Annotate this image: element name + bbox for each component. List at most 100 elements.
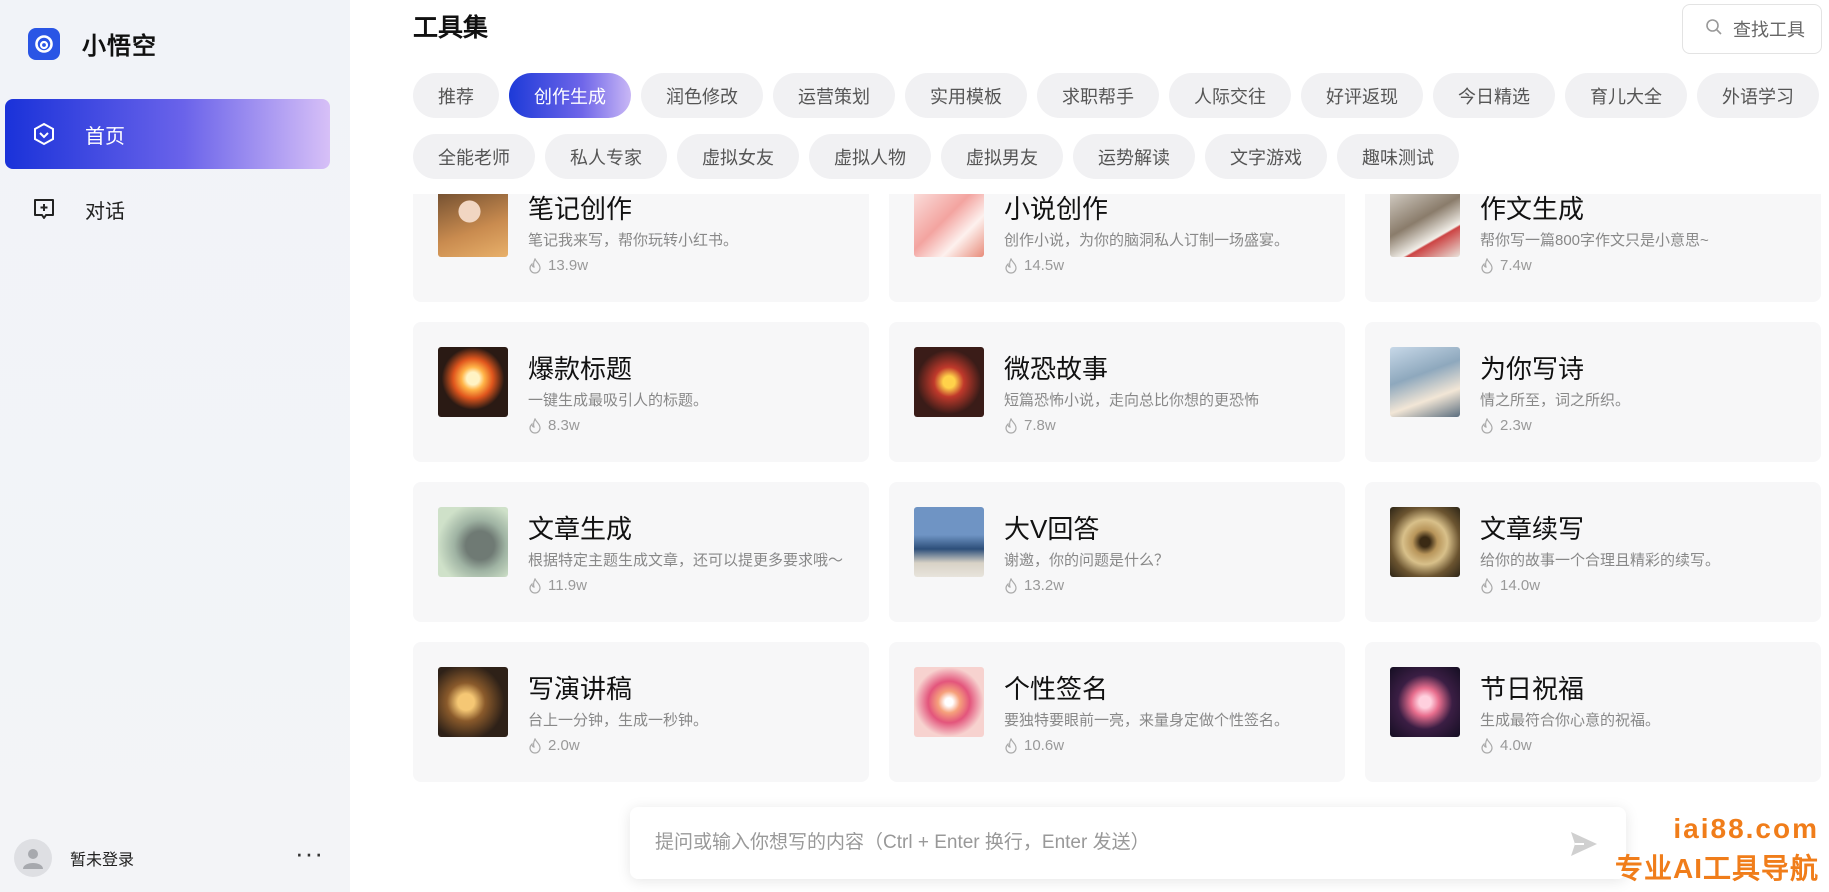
category-chip[interactable]: 虚拟女友 [677, 134, 799, 179]
category-chip[interactable]: 创作生成 [509, 73, 631, 118]
tool-card[interactable]: 节日祝福生成最符合你心意的祝福。 4.0w [1365, 642, 1821, 782]
tool-thumbnail [438, 667, 508, 737]
tool-thumbnail [438, 194, 508, 257]
tool-title: 文章生成 [528, 514, 633, 544]
category-chip[interactable]: 运营策划 [773, 73, 895, 118]
category-chip[interactable]: 虚拟人物 [809, 134, 931, 179]
tool-card[interactable]: 微恐故事 短篇恐怖小说，走向总比你想的更恐怖 7.8w [889, 322, 1345, 462]
ask-bar [630, 807, 1626, 879]
usage-count: 13.9w [548, 257, 589, 274]
tool-description: 笔记我来写，帮你玩转小红书。 [528, 232, 739, 249]
category-chip[interactable]: 润色修改 [641, 73, 763, 118]
category-chip[interactable]: 趣味测试 [1337, 134, 1459, 179]
usage-count: 2.0w [548, 737, 580, 754]
tool-card[interactable]: 文章生成根据特定主题生成文章，还可以提更多要求哦～ 11.9w [413, 482, 869, 622]
usage-count: 7.8w [1024, 417, 1056, 434]
user-bar: 暂未登录 ··· [14, 838, 324, 878]
tool-usage: 13.9w [528, 257, 588, 274]
tool-usage: 11.9w [528, 577, 587, 594]
tool-grid-viewport: 笔记创作笔记我来写，帮你玩转小红书。 13.9w 小说创作 创作小说，为你的脑洞私人订… [413, 194, 1829, 786]
tool-title: 爆款标题 [528, 354, 633, 384]
nav-item-home[interactable]: 首页 [5, 99, 330, 169]
usage-count: 13.2w [1024, 577, 1065, 594]
tool-usage: 10.6w [1004, 737, 1064, 754]
tool-usage: 13.2w [1004, 577, 1064, 594]
search-tools-button[interactable]: 查找工具 [1682, 4, 1822, 54]
usage-count: 4.0w [1500, 737, 1532, 754]
brand[interactable]: 小悟空 [28, 26, 157, 61]
tool-description: 帮你写一篇800字作文只是小意思~ [1480, 232, 1709, 249]
tool-thumbnail [1390, 194, 1460, 257]
flame-icon [529, 737, 541, 754]
category-chip[interactable]: 人际交往 [1169, 73, 1291, 118]
category-tabs: 推荐 创作生成 润色修改 运营策划 实用模板 求职帮手 人际交往 好评返现 今日精选 育儿大全 外语… [413, 73, 1829, 195]
tool-title: 节日祝福 [1480, 674, 1585, 704]
send-icon[interactable] [1570, 831, 1598, 862]
tool-thumbnail [914, 507, 984, 577]
tool-thumbnail [438, 507, 508, 577]
tool-card[interactable]: 作文生成 帮你写一篇800字作文只是小意思~ 7.4w [1365, 194, 1821, 302]
tool-card[interactable]: 小说创作 创作小说，为你的脑洞私人订制一场盛宴。 14.5w [889, 194, 1345, 302]
usage-count: 14.5w [1024, 257, 1065, 274]
tool-card[interactable]: 个性签名要独特要眼前一亮，来量身定做个性签名。 10.6w [889, 642, 1345, 782]
tool-description: 台上一分钟，生成一秒钟。 [528, 712, 709, 729]
category-chip[interactable]: 实用模板 [905, 73, 1027, 118]
category-chip[interactable]: 全能老师 [413, 134, 535, 179]
tool-usage: 7.4w [1480, 257, 1532, 274]
ask-input[interactable] [655, 832, 1535, 854]
tool-usage: 8.3w [528, 417, 580, 434]
tool-card[interactable]: 大V回答 谢邀，你的问题是什么？ 13.2w [889, 482, 1345, 622]
category-row: 全能老师 私人专家 虚拟女友 虚拟人物 虚拟男友 运势解读 文字游戏 趣味测试 [413, 134, 1829, 179]
tool-usage: 2.0w [528, 737, 580, 754]
usage-count: 14.0w [1500, 577, 1541, 594]
category-chip[interactable]: 推荐 [413, 73, 499, 118]
tool-card[interactable]: 文章续写 给你的故事一个合理且精彩的续写。 14.0w [1365, 482, 1821, 622]
category-chip[interactable]: 今日精选 [1433, 73, 1555, 118]
tool-description: 要独特要眼前一亮，来量身定做个性签名。 [1004, 712, 1290, 729]
category-chip[interactable]: 育儿大全 [1565, 73, 1687, 118]
tool-title: 写演讲稿 [528, 674, 633, 704]
nav-item-label: 对话 [85, 200, 125, 223]
watermark-domain: iai88.com [1673, 813, 1819, 844]
tool-description: 生成最符合你心意的祝福。 [1480, 712, 1661, 729]
tool-card[interactable]: 写演讲稿台上一分钟，生成一秒钟。 2.0w [413, 642, 869, 782]
tool-usage: 14.0w [1480, 577, 1540, 594]
tool-title: 笔记创作 [528, 194, 633, 224]
tool-usage: 2.3w [1480, 417, 1532, 434]
tool-card[interactable]: 爆款标题 一键生成最吸引人的标题。 8.3w [413, 322, 869, 462]
category-chip[interactable]: 运势解读 [1073, 134, 1195, 179]
category-chip[interactable]: 外语学习 [1697, 73, 1819, 118]
tool-card[interactable]: 笔记创作笔记我来写，帮你玩转小红书。 13.9w [413, 194, 869, 302]
category-chip[interactable]: 好评返现 [1301, 73, 1423, 118]
tool-usage: 7.8w [1004, 417, 1056, 434]
tool-thumbnail [914, 194, 984, 257]
home-hexagon-icon [31, 121, 57, 147]
more-options-button[interactable]: ··· [295, 840, 324, 876]
flame-icon [529, 257, 541, 274]
watermark-slogan: 专业AI工具导航 [1614, 853, 1819, 884]
tool-title: 个性签名 [1004, 674, 1109, 704]
tool-card[interactable]: 为你写诗 情之所至，词之所织。 2.3w [1365, 322, 1821, 462]
tool-thumbnail [1390, 347, 1460, 417]
tool-description: 给你的故事一个合理且精彩的续写。 [1480, 552, 1721, 569]
usage-count: 11.9w [548, 577, 587, 594]
avatar[interactable] [14, 839, 52, 877]
category-chip[interactable]: 虚拟男友 [941, 134, 1063, 179]
category-chip[interactable]: 求职帮手 [1037, 73, 1159, 118]
flame-icon [1005, 577, 1017, 594]
flame-icon [1481, 257, 1493, 274]
flame-icon [529, 577, 541, 594]
tool-description: 根据特定主题生成文章，还可以提更多要求哦～ [528, 552, 844, 569]
tool-title: 小说创作 [1004, 194, 1109, 224]
tool-thumbnail [1390, 507, 1460, 577]
flame-icon [529, 417, 541, 434]
chat-plus-icon [31, 196, 57, 222]
category-chip[interactable]: 私人专家 [545, 134, 667, 179]
page-title: 工具集 [413, 14, 489, 42]
flame-icon [1005, 417, 1017, 434]
category-chip[interactable]: 文字游戏 [1205, 134, 1327, 179]
flame-icon [1005, 257, 1017, 274]
search-label: 查找工具 [1733, 20, 1805, 40]
login-status[interactable]: 暂未登录 [70, 846, 134, 870]
nav-item-chat[interactable]: 对话 [5, 174, 330, 244]
